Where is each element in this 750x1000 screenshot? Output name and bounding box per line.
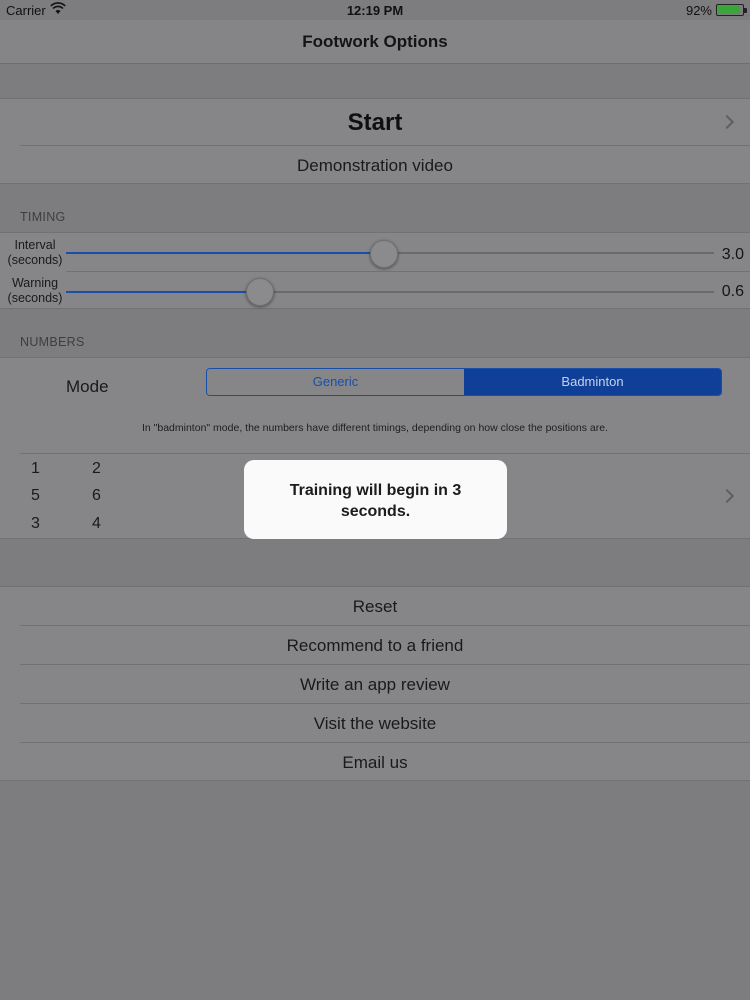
start-row[interactable]: Start	[0, 99, 750, 145]
number-cell: 2	[92, 460, 101, 477]
mode-option-badminton[interactable]: Badminton	[464, 369, 721, 395]
divider	[20, 664, 750, 665]
battery-percent: 92%	[685, 3, 712, 18]
divider	[20, 703, 750, 704]
mode-label: Mode	[66, 377, 109, 396]
interval-slider-fill	[66, 252, 384, 254]
navigation-bar: Footwork Options	[0, 20, 750, 64]
warning-label-line1: Warning	[11, 276, 59, 290]
email-us-button[interactable]: Email us	[0, 753, 750, 773]
interval-label: Interval (seconds)	[4, 238, 66, 268]
top-group: Start Demonstration video	[0, 98, 750, 184]
interval-value: 3.0	[721, 246, 744, 263]
divider	[20, 453, 750, 454]
interval-slider-thumb[interactable]	[369, 240, 398, 268]
divider	[20, 625, 750, 626]
number-cell: 5	[31, 487, 40, 504]
warning-slider-fill	[66, 291, 261, 293]
toast-line1: Training will begin in 3	[289, 482, 462, 499]
interval-label-line1: Interval	[14, 238, 56, 252]
reset-button[interactable]: Reset	[0, 597, 750, 617]
demonstration-video-button[interactable]: Demonstration video	[0, 156, 750, 176]
mode-option-generic[interactable]: Generic	[207, 369, 464, 395]
divider	[20, 742, 750, 743]
status-bar: Carrier 12:19 PM 92%	[0, 0, 750, 20]
battery-icon	[716, 4, 747, 16]
warning-label-line2: (seconds)	[7, 291, 63, 305]
timing-section-header: TIMING	[20, 210, 66, 224]
warning-value: 0.6	[721, 283, 744, 300]
warning-slider-thumb[interactable]	[246, 278, 275, 306]
warning-label: Warning (seconds)	[4, 276, 66, 306]
number-cell: 4	[92, 515, 101, 532]
number-cell: 3	[31, 515, 40, 532]
bottom-group: Reset Recommend to a friend Write an app…	[0, 586, 750, 781]
number-cell: 1	[31, 460, 40, 477]
numbers-section-header: NUMBERS	[20, 335, 85, 349]
page-title: Footwork Options	[302, 32, 448, 51]
app-review-button[interactable]: Write an app review	[0, 675, 750, 695]
training-countdown-toast: Training will begin in 3 seconds.	[244, 460, 507, 539]
number-cell: 6	[92, 487, 101, 504]
visit-website-button[interactable]: Visit the website	[0, 714, 750, 734]
divider	[66, 271, 750, 272]
timing-group: Interval (seconds) 3.0 Warning (seconds)…	[0, 232, 750, 309]
recommend-button[interactable]: Recommend to a friend	[0, 636, 750, 656]
clock: 12:19 PM	[346, 3, 404, 18]
start-button[interactable]: Start	[0, 109, 750, 137]
divider	[20, 145, 750, 146]
interval-label-line2: (seconds)	[7, 253, 63, 267]
toast-line2: seconds.	[340, 503, 411, 520]
mode-segmented-control[interactable]: Generic Badminton	[206, 368, 722, 396]
mode-description: In "badminton" mode, the numbers have di…	[141, 422, 609, 434]
